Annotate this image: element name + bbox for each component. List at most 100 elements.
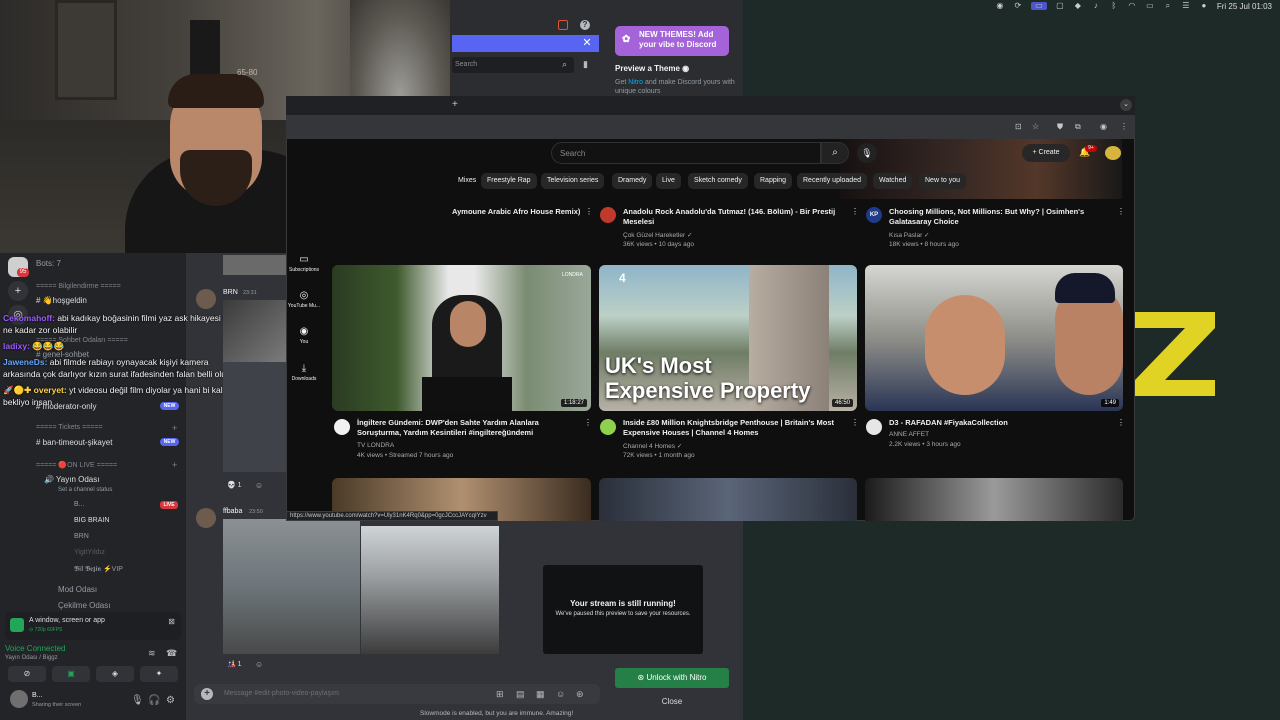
chip[interactable]: Rapping [754, 173, 793, 189]
search-input[interactable]: Search [452, 57, 574, 73]
bluetooth-icon[interactable]: ᛒ [1109, 2, 1119, 10]
channel-name[interactable]: ANNE AFFET [889, 431, 929, 438]
video-title[interactable]: Anadolu Rock Anadolu'da Tutmaz! (146. Bö… [623, 207, 838, 227]
more-vertical-icon[interactable]: ⋮ [1117, 207, 1125, 216]
sticker-icon[interactable]: ▦ [536, 689, 545, 700]
control-center-icon[interactable]: ☰ [1181, 2, 1191, 10]
channel-ban-timeout[interactable]: # ban-timeout-şikayet [36, 438, 112, 447]
more-vertical-icon[interactable]: ⋮ [851, 207, 859, 216]
channel-name[interactable]: TV LONDRA [357, 442, 394, 449]
avatar[interactable] [1105, 146, 1121, 160]
video-title[interactable]: Aymoune Arabic Afro House Remix) [452, 207, 592, 217]
avatar[interactable] [196, 508, 216, 528]
help-icon[interactable]: ? [580, 20, 590, 30]
search-icon[interactable]: ⌕ [562, 59, 567, 70]
voice-user[interactable]: 𝕭𝖎𝖑 𝕭𝖊𝖟𝖎𝖓 ⚡VIP [74, 565, 123, 574]
search-icon[interactable]: ⌕ [1163, 2, 1173, 10]
channel-category[interactable]: ===== Tickets ===== [36, 424, 103, 431]
screen-share-panel[interactable]: A window, screen or app ⊙ 720p 60FPS ⊠ [5, 612, 181, 640]
extensions-icon[interactable]: ⧉ [1075, 122, 1081, 132]
settings-icon[interactable]: ⚙ [166, 695, 175, 706]
wifi-icon[interactable]: ◠ [1127, 2, 1137, 10]
chip[interactable]: Recently uploaded [797, 173, 867, 189]
channel-avatar[interactable]: KP [866, 207, 882, 223]
add-reaction-icon[interactable]: ☺ [255, 660, 263, 669]
display-icon[interactable]: ▢ [1055, 2, 1065, 10]
add-channel-icon[interactable]: + [172, 460, 177, 470]
noise-suppression-icon[interactable]: ≋ [148, 648, 156, 659]
stop-share-icon[interactable]: ⊠ [168, 617, 175, 626]
screen-share-icon[interactable]: ▭ [1030, 2, 1047, 10]
avatar[interactable] [10, 690, 28, 708]
video-attachment[interactable] [223, 255, 287, 275]
shield-icon[interactable]: ⛊ [1057, 122, 1063, 132]
create-button[interactable]: + Create [1022, 144, 1070, 162]
more-vertical-icon[interactable]: ⋮ [851, 418, 859, 427]
add-reaction-icon[interactable]: ☺ [255, 481, 263, 490]
channel-status[interactable]: Set a channel status [58, 487, 112, 493]
siri-icon[interactable]: ● [1199, 2, 1209, 10]
microphone-icon[interactable]: 🎙 [131, 695, 144, 706]
chip[interactable]: Dramedy [612, 173, 653, 189]
chevron-down-icon[interactable]: ⌄ [1120, 99, 1132, 111]
video-attachment[interactable] [223, 519, 360, 654]
channel-avatar[interactable] [334, 419, 350, 435]
unlock-nitro-button[interactable]: ⊛ Unlock with Nitro [615, 668, 729, 688]
camera-off-button[interactable]: ⊘ [8, 666, 46, 682]
username[interactable]: B... [32, 692, 43, 699]
channel-category[interactable]: ===== 🔴ON LIVE ===== [36, 461, 117, 469]
video-thumbnail[interactable]: 4 UK's Most Expensive Property 46:50 [599, 265, 857, 411]
inbox-icon[interactable] [558, 20, 568, 30]
chip[interactable]: New to you [919, 173, 967, 189]
video-thumbnail[interactable]: 1:49 [865, 265, 1123, 411]
voice-connected-status[interactable]: Voice Connected [5, 644, 66, 653]
chip[interactable]: Freestyle Rap [481, 173, 537, 189]
video-thumbnail[interactable]: LONDRA 1:18:27 [332, 265, 591, 411]
headphones-icon[interactable]: 🎧 [148, 695, 160, 706]
install-icon[interactable]: ⊡ [1015, 122, 1022, 131]
bookmark-star-icon[interactable]: ☆ [1032, 122, 1039, 131]
message-author[interactable]: ffbaba [223, 508, 242, 515]
chip[interactable]: Mixes [452, 173, 482, 189]
voice-user[interactable]: B... [74, 501, 85, 508]
guide-downloads[interactable]: ⤓ Downloads [287, 363, 321, 382]
bookmark-icon[interactable]: ▮ [583, 59, 588, 70]
control-icon[interactable]: ◉ [995, 2, 1005, 10]
avatar[interactable] [196, 289, 216, 309]
channel-avatar[interactable] [600, 419, 616, 435]
video-thumbnail[interactable] [599, 478, 857, 521]
guide-subscriptions[interactable]: ▭ Subscriptions [287, 254, 321, 273]
video-title[interactable]: D3 - RAFADAN #FiyakaCollection [889, 418, 1109, 428]
battery-icon[interactable]: ▭ [1145, 2, 1155, 10]
channel-name[interactable]: Kısa Paslar ✓ [889, 231, 930, 239]
reaction[interactable]: 🎎 1 [227, 660, 242, 668]
more-vertical-icon[interactable]: ⋮ [1120, 122, 1128, 131]
close-button[interactable]: Close [615, 693, 729, 711]
add-channel-icon[interactable]: + [172, 423, 177, 433]
channel-name[interactable]: Çok Güzel Hareketler ✓ [623, 231, 692, 239]
refresh-icon[interactable]: ⟳ [1013, 2, 1023, 10]
video-thumbnail[interactable] [865, 478, 1123, 521]
preview-theme-link[interactable]: Preview a Theme ◉ [615, 64, 689, 73]
profile-icon[interactable]: ◉ [1100, 122, 1107, 131]
message-author[interactable]: BRN [223, 289, 238, 296]
eye-icon[interactable]: ◆ [1073, 2, 1083, 10]
share-screen-button[interactable]: ▣ [52, 666, 90, 682]
voice-user[interactable]: BRN [74, 533, 89, 540]
message-input[interactable]: Message #edit-photo-video-paylaşım [224, 690, 339, 697]
chip[interactable]: Television series [541, 173, 605, 189]
new-themes-banner[interactable]: ✿ NEW THEMES! Add your vibe to Discord [615, 26, 729, 56]
channel-avatar[interactable] [866, 419, 882, 435]
voice-channel-mod[interactable]: Mod Odası [58, 585, 97, 594]
new-tab-icon[interactable]: + [452, 99, 458, 110]
more-vertical-icon[interactable]: ⋮ [585, 207, 593, 216]
video-attachment[interactable] [361, 526, 499, 654]
voice-channel-path[interactable]: Yayın Odası / Biggz [5, 655, 58, 661]
soundboard-button[interactable]: ✦ [140, 666, 178, 682]
more-vertical-icon[interactable]: ⋮ [1117, 418, 1125, 427]
voice-channel-yayin-odasi[interactable]: 🔊 Yayın Odası [44, 475, 99, 484]
guide-you[interactable]: ◉ You [287, 326, 321, 345]
activities-button[interactable]: ◈ [96, 666, 134, 682]
add-server-icon[interactable]: + [8, 281, 28, 301]
chip[interactable]: Sketch comedy [688, 173, 748, 189]
